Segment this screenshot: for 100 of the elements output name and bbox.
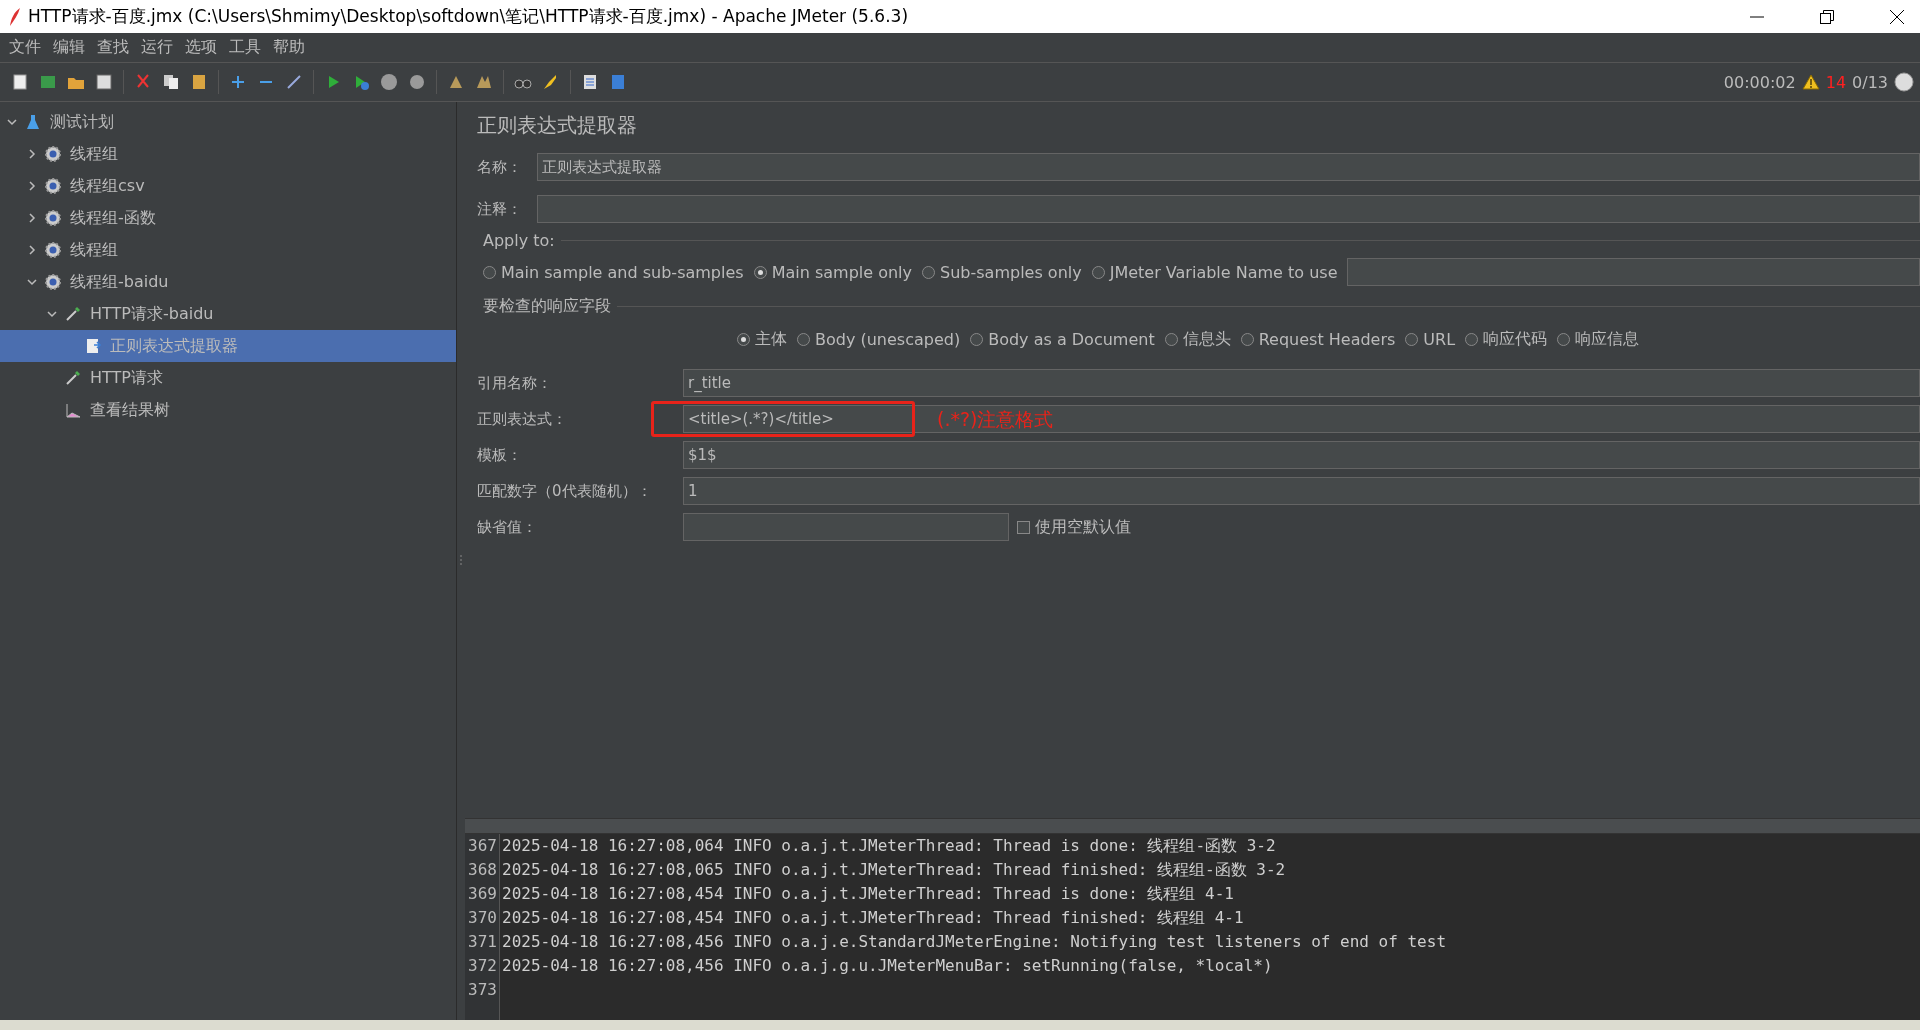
list-icon bbox=[581, 73, 599, 91]
tree-item[interactable]: 线程组 bbox=[0, 138, 456, 170]
gear-icon bbox=[44, 209, 62, 227]
radio-dot[interactable] bbox=[1557, 332, 1571, 346]
tree-item[interactable]: 线程组csv bbox=[0, 170, 456, 202]
chart-icon bbox=[64, 401, 82, 419]
section-legend: 要检查的响应字段 bbox=[483, 296, 611, 317]
log-line: 2025-04-18 16:27:08,454 INFO o.a.j.t.JMeterThread: Thread finished: 线程组 4-1 bbox=[501, 907, 1245, 929]
text-field[interactable]: 1 bbox=[683, 477, 1920, 505]
menu-item[interactable]: 查找 bbox=[92, 37, 134, 58]
feather-icon bbox=[8, 6, 22, 27]
gear-icon bbox=[44, 241, 62, 259]
line-number: 372 bbox=[468, 955, 498, 977]
gear-icon bbox=[44, 145, 62, 163]
chevron-icon bbox=[47, 309, 57, 319]
checkbox-option[interactable]: 使用空默认值 bbox=[1017, 516, 1131, 538]
restore-icon bbox=[1820, 9, 1834, 24]
tree-item[interactable]: 线程组-函数 bbox=[0, 202, 456, 234]
log-line: 2025-04-18 16:27:08,456 INFO o.a.j.e.StandardJMeterEngine: Notifying test listeners of end of test bbox=[501, 931, 1447, 953]
radio-dot[interactable] bbox=[1465, 332, 1479, 346]
gear-icon bbox=[44, 273, 62, 291]
chevron-icon bbox=[27, 181, 37, 191]
document-arrow-icon bbox=[84, 337, 102, 355]
line-number: 369 bbox=[468, 883, 498, 905]
radio-option[interactable]: 响应信息 bbox=[1557, 328, 1640, 350]
line-number: 370 bbox=[468, 907, 498, 929]
panel-title: 正则表达式提取器 bbox=[477, 112, 638, 139]
log-line: 2025-04-18 16:27:08,064 INFO o.a.j.t.JMeterThread: Thread is done: 线程组-函数 3-2 bbox=[501, 835, 1277, 857]
gear-icon bbox=[44, 177, 62, 195]
menu-item[interactable]: 工具 bbox=[224, 37, 266, 58]
field-label: 注释： bbox=[477, 199, 523, 219]
minus-icon bbox=[260, 81, 272, 83]
radio-option[interactable]: 信息头 bbox=[1164, 328, 1231, 350]
field-label: 正则表达式： bbox=[477, 409, 568, 429]
text-field[interactable]: $1$ bbox=[683, 441, 1920, 469]
radio-option[interactable]: URL bbox=[1405, 329, 1456, 349]
menu-item[interactable]: 编辑 bbox=[48, 37, 90, 58]
text-field[interactable] bbox=[683, 513, 1009, 541]
radio-dot[interactable] bbox=[1405, 332, 1419, 346]
close-icon bbox=[1890, 9, 1904, 24]
chevron-icon bbox=[27, 149, 37, 159]
splitter-handle-icon[interactable] bbox=[459, 555, 463, 567]
text-field[interactable]: r_title bbox=[683, 369, 1920, 397]
log-line: 2025-04-18 16:27:08,456 INFO o.a.j.g.u.JMeterMenuBar: setRunning(false, *local*) bbox=[501, 955, 1274, 977]
radio-option[interactable]: JMeter Variable Name to use bbox=[1091, 262, 1338, 282]
radio-dot[interactable] bbox=[483, 265, 496, 279]
variable-name-field[interactable] bbox=[1347, 258, 1920, 286]
radio-option[interactable]: Body as a Document bbox=[970, 329, 1155, 349]
flask-icon bbox=[24, 113, 42, 131]
name-field[interactable]: 正则表达式提取器 bbox=[537, 153, 1920, 181]
pipette-icon bbox=[64, 305, 82, 323]
radio-option[interactable]: Body (unescaped) bbox=[797, 329, 961, 349]
line-number: 371 bbox=[468, 931, 498, 953]
tree-item[interactable]: 线程组 bbox=[0, 234, 456, 266]
window-title: HTTP请求-百度.jmx (C:\Users\Shmimy\Desktop\softdown\笔记\HTTP请求-百度.jmx) - Apache JMeter (5.6.3) bbox=[28, 5, 909, 28]
radio-dot[interactable] bbox=[922, 265, 936, 279]
radio-dot[interactable] bbox=[753, 265, 767, 279]
menu-item[interactable]: 文件 bbox=[4, 37, 46, 58]
radio-dot[interactable] bbox=[970, 332, 984, 346]
radio-dot[interactable] bbox=[797, 332, 810, 346]
radio-option[interactable]: Main sample and sub-samples bbox=[483, 262, 744, 282]
radio-dot[interactable] bbox=[1164, 332, 1178, 346]
tree-item[interactable]: 线程组-baidu bbox=[0, 266, 456, 298]
annotation-text: (.*?)注意格式 bbox=[937, 407, 1054, 432]
tree-item[interactable]: HTTP请求 bbox=[0, 362, 456, 394]
error-count: 14 bbox=[1825, 72, 1847, 92]
tree-item[interactable]: HTTP请求-baidu bbox=[0, 298, 456, 330]
chevron-icon bbox=[27, 213, 37, 223]
plus-icon bbox=[232, 76, 244, 88]
minimize-icon bbox=[1750, 15, 1764, 18]
section-legend: Apply to: bbox=[483, 231, 555, 250]
radio-dot[interactable] bbox=[1240, 332, 1254, 346]
radio-dot[interactable] bbox=[1091, 265, 1105, 279]
chevron-icon bbox=[7, 117, 17, 127]
log-line: 2025-04-18 16:27:08,454 INFO o.a.j.t.JMeterThread: Thread is done: 线程组 4-1 bbox=[501, 883, 1235, 905]
radio-option[interactable]: 响应代码 bbox=[1465, 328, 1548, 350]
field-label: 引用名称： bbox=[477, 373, 553, 393]
menu-item[interactable]: 运行 bbox=[136, 37, 178, 58]
line-number: 367 bbox=[468, 835, 498, 857]
checkbox[interactable] bbox=[1017, 520, 1030, 534]
tree-item[interactable]: 测试计划 bbox=[0, 106, 456, 138]
radio-option[interactable]: 主体 bbox=[737, 328, 787, 350]
warning-icon[interactable] bbox=[1801, 74, 1820, 90]
line-number: 373 bbox=[468, 979, 498, 1001]
elapsed-time: 00:00:02 bbox=[1723, 72, 1796, 92]
field-label: 缺省值： bbox=[477, 517, 538, 537]
radio-dot[interactable] bbox=[737, 332, 750, 346]
new-file-icon bbox=[11, 73, 29, 91]
line-number: 368 bbox=[468, 859, 498, 881]
menu-item[interactable]: 选项 bbox=[180, 37, 222, 58]
radio-option[interactable]: Sub-samples only bbox=[922, 262, 1082, 282]
field-label: 名称： bbox=[477, 157, 523, 177]
field-label: 匹配数字（0代表随机）： bbox=[477, 481, 653, 501]
copy-icon bbox=[162, 73, 180, 91]
radio-option[interactable]: Main sample only bbox=[753, 262, 913, 282]
comment-field[interactable] bbox=[537, 195, 1920, 223]
menu-item[interactable]: 帮助 bbox=[268, 37, 310, 58]
chevron-icon bbox=[27, 245, 37, 255]
tree-item[interactable]: 查看结果树 bbox=[0, 394, 456, 426]
radio-option[interactable]: Request Headers bbox=[1240, 329, 1396, 349]
